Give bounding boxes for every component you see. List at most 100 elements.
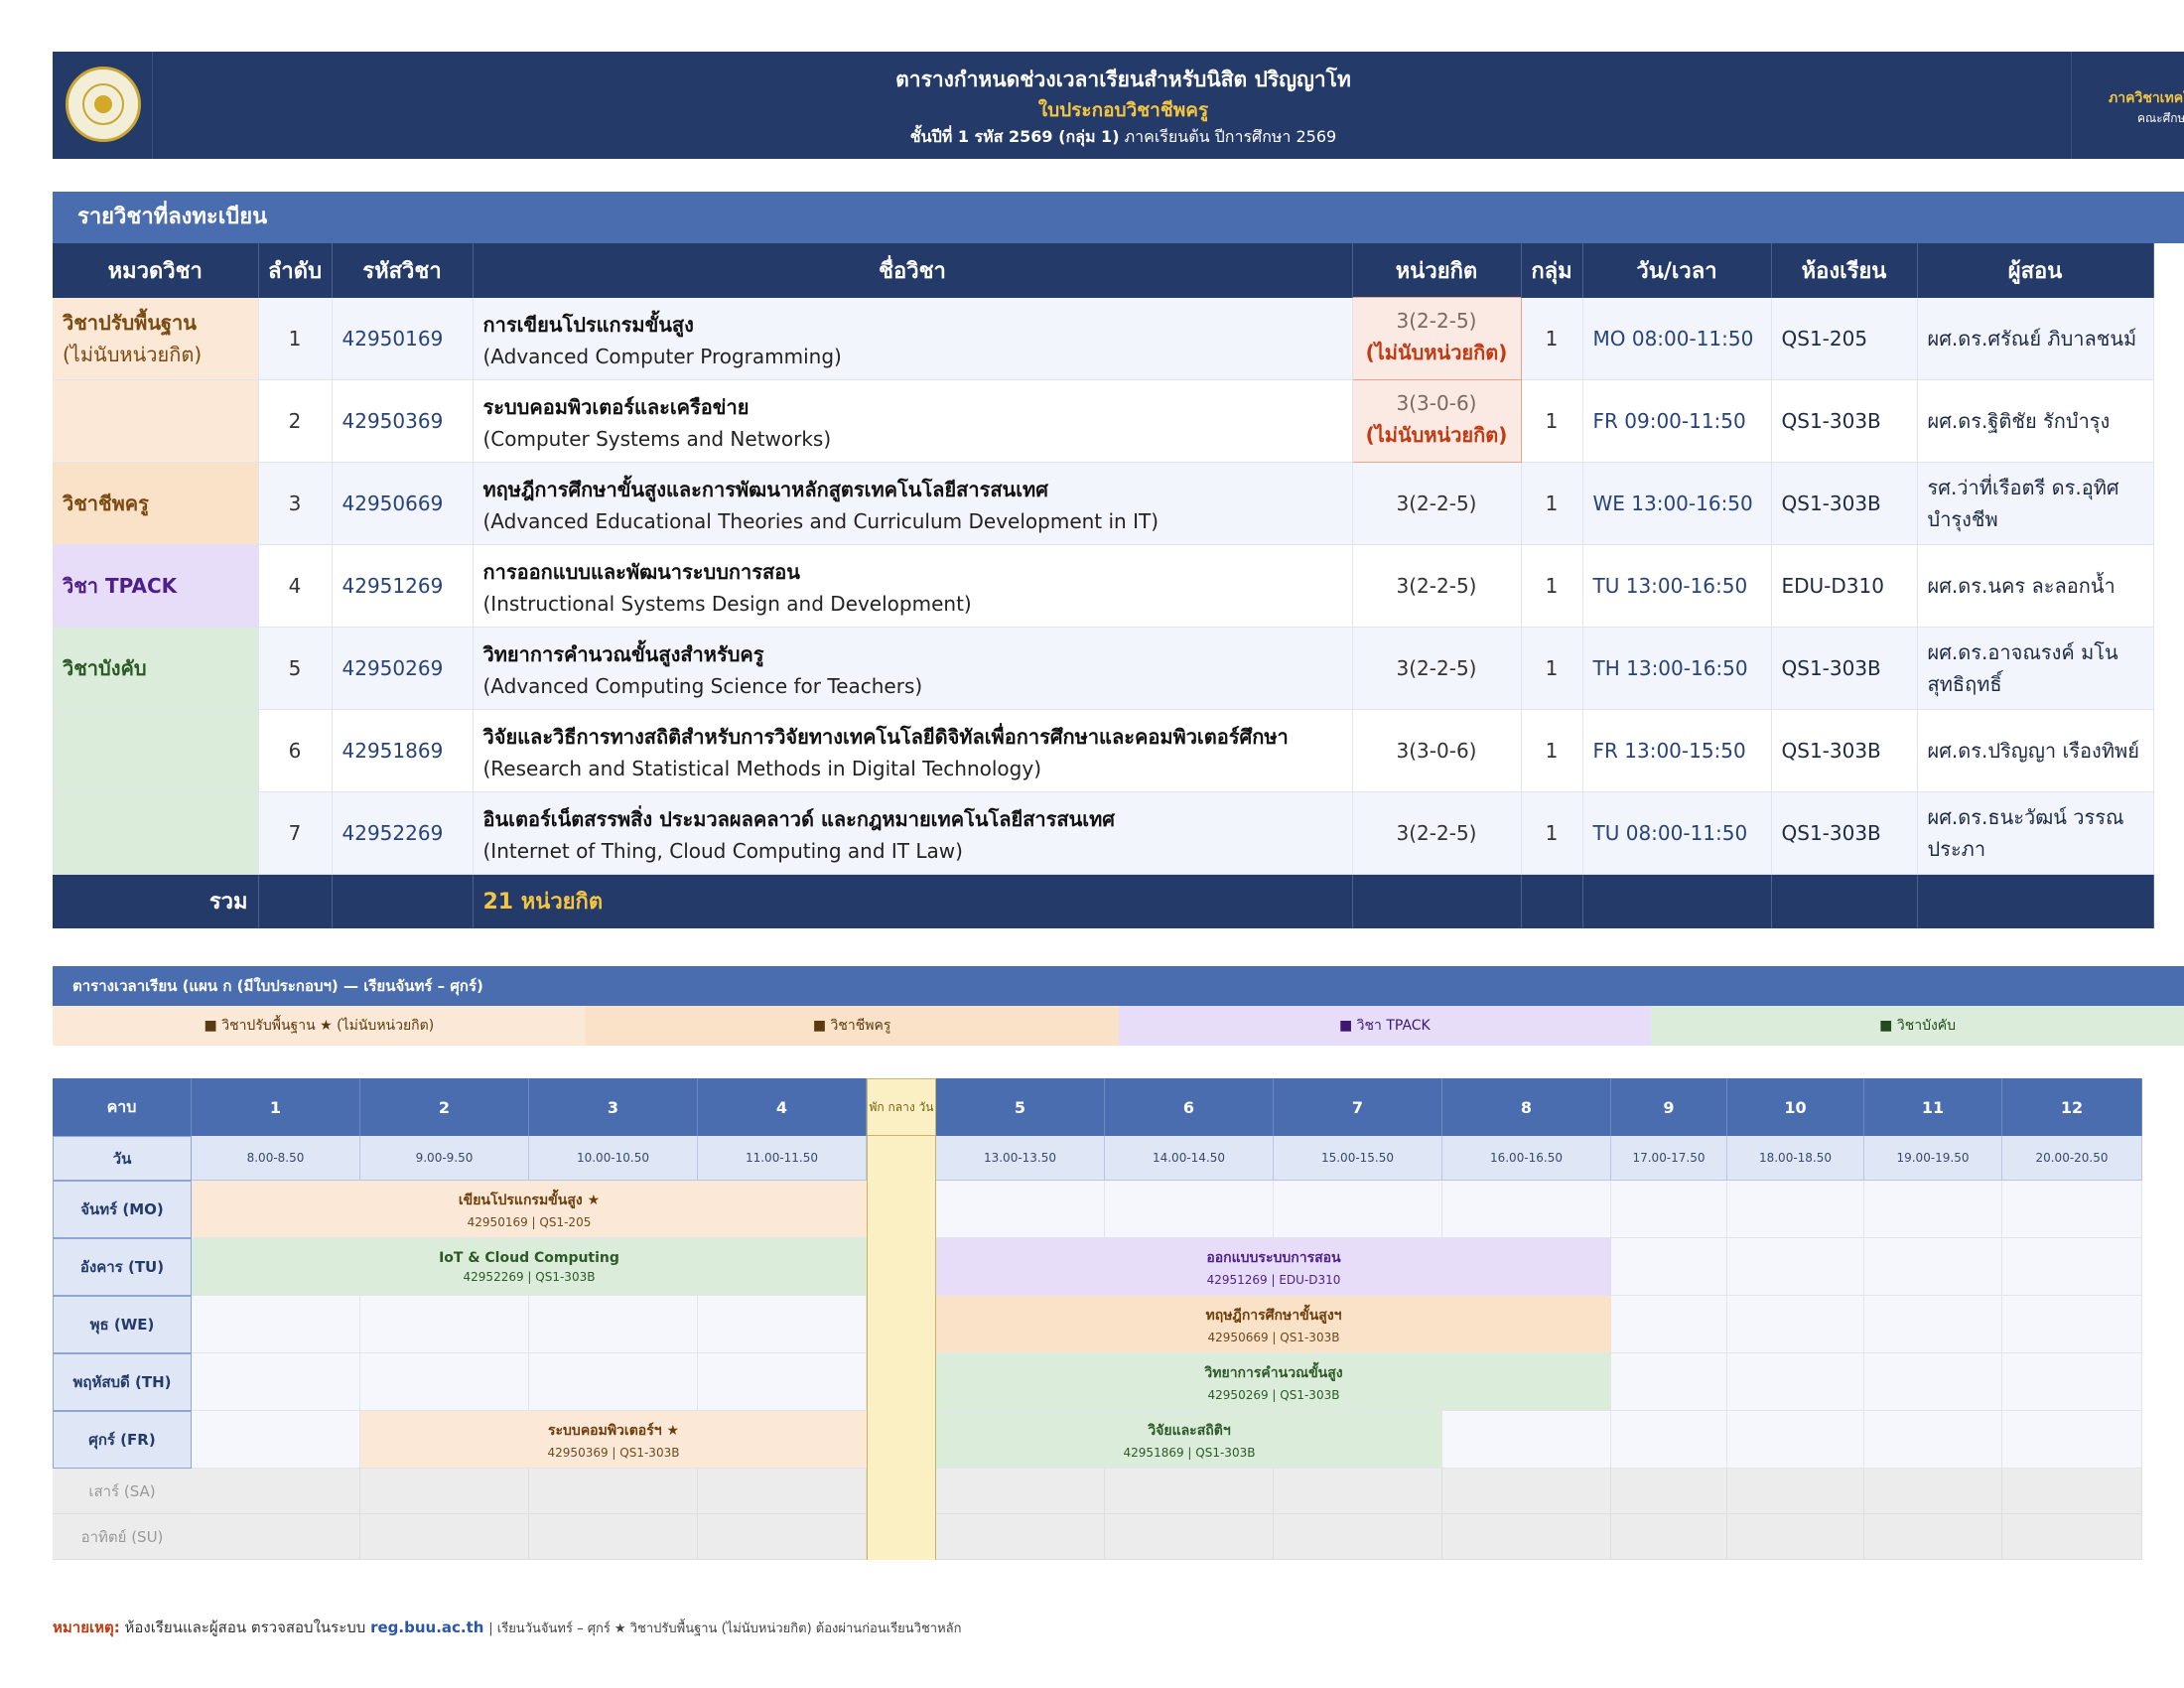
class-block-detail: 42950269 | QS1-303B [1207, 1387, 1340, 1402]
course-category [53, 709, 259, 792]
class-block-detail: 42951269 | EDU-D310 [1206, 1272, 1341, 1287]
timetable-cell [1274, 1469, 1442, 1514]
course-name-english: (Advanced Computing Science for Teachers… [482, 674, 923, 698]
course-order: 6 [258, 709, 333, 792]
course-name: วิทยาการคำนวณขั้นสูงสำหรับครู (Advanced C… [473, 627, 1353, 710]
course-time: MO 08:00-11:50 [1582, 297, 1772, 380]
course-row: วิชาปรับพื้นฐาน (ไม่นับหน่วยกิต) 1 42950169… [53, 297, 2154, 380]
course-teacher: ผศ.ดร.ศรัณย์ ภิบาลชนม์ [1917, 297, 2154, 380]
course-time: WE 13:00-16:50 [1582, 462, 1772, 545]
course-category: วิชา TPACK [53, 544, 259, 628]
course-category [53, 379, 259, 463]
course-group: 1 [1521, 462, 1583, 545]
timetable-cell [192, 1411, 360, 1469]
period-time: 17.00-17.50 [1611, 1136, 1727, 1181]
col-header-code: รหัสวิชา [332, 243, 474, 298]
class-block[interactable]: วิจัยและสถิติฯ 42951869 | QS1-303B [936, 1411, 1442, 1469]
course-credit: 3(2-2-5) [1352, 544, 1522, 628]
timetable-cell [1442, 1181, 1611, 1238]
course-category [53, 791, 259, 875]
timetable-cell [1611, 1353, 1727, 1411]
lunch-break-cell [867, 1181, 936, 1238]
day-label: จันทร์ (MO) [53, 1181, 192, 1238]
course-name-thai: การเขียนโปรแกรมขั้นสูง [482, 312, 694, 337]
course-time: TU 13:00-16:50 [1582, 544, 1772, 628]
credit-not-counted-badge: (ไม่นับหน่วยกิต) [1365, 423, 1508, 447]
course-code: 42951869 [332, 709, 474, 792]
course-row: 6 42951869 วิจัยและวิธีการทางสถิติสำหรับกา… [53, 709, 2154, 792]
course-room: QS1-303B [1771, 791, 1918, 875]
period-time: 13.00-13.50 [936, 1136, 1105, 1181]
timetable-cell [1105, 1469, 1274, 1514]
timetable-cell [1105, 1181, 1274, 1238]
course-group: 1 [1521, 297, 1583, 380]
course-row: 7 42952269 อินเตอร์เน็ตสรรพสิ่ง ประมวลผลคล… [53, 791, 2154, 875]
timetable-cell [360, 1469, 529, 1514]
registration-link[interactable]: reg.buu.ac.th [370, 1618, 483, 1636]
course-credit: 3(3-0-6) (ไม่นับหน่วยกิต) [1351, 379, 1522, 463]
course-name: ระบบคอมพิวเตอร์และเครือข่าย (Computer Sys… [473, 379, 1353, 463]
col-header-credit: หน่วยกิต [1352, 243, 1522, 298]
course-category: วิชาบังคับ [53, 627, 259, 710]
class-block[interactable]: เขียนโปรแกรมขั้นสูง ★ 42950169 | QS1-205 [192, 1181, 867, 1238]
class-block[interactable]: ทฤษฎีการศึกษาขั้นสูงฯ 42950669 | QS1-303B [936, 1296, 1611, 1353]
university-logo [66, 67, 141, 142]
total-empty [332, 874, 474, 928]
timetable-cell [1864, 1238, 2002, 1296]
course-name-english: (Advanced Educational Theories and Curri… [482, 509, 1160, 533]
timetable-cell [1727, 1514, 1864, 1560]
timetable-cell [1274, 1514, 1442, 1560]
category-label: วิชาบังคับ [63, 656, 147, 680]
timetable-cell [2002, 1181, 2142, 1238]
period-time: 16.00-16.50 [1442, 1136, 1611, 1181]
course-group: 1 [1521, 544, 1583, 628]
timetable-cell [529, 1514, 698, 1560]
lunch-break-cell [867, 1238, 936, 1296]
day-label: ศุกร์ (FR) [53, 1411, 192, 1469]
course-name-english: (Advanced Computer Programming) [482, 344, 842, 368]
note-text: ห้องเรียนและผู้สอน ตรวจสอบในระบบ [124, 1618, 366, 1636]
timetable-cell [1864, 1181, 2002, 1238]
course-room: QS1-303B [1771, 709, 1918, 792]
period-header: 1 [192, 1078, 360, 1136]
class-block-title: เขียนโปรแกรมขั้นสูง ★ [458, 1192, 601, 1208]
course-teacher: ผศ.ดร.อาจณรงค์ มโนสุทธิฤทธิ์ [1917, 627, 2154, 710]
timetable-cell [529, 1296, 698, 1353]
course-code: 42950669 [332, 462, 474, 545]
day-label: พฤหัสบดี (TH) [53, 1353, 192, 1411]
period-header: 11 [1864, 1078, 2002, 1136]
category-label: วิชาปรับพื้นฐาน [63, 310, 197, 335]
courses-header-row: หมวดวิชา ลำดับ รหัสวิชา ชื่อวิชา หน่วยกิ… [53, 243, 2154, 298]
course-row: 2 42950369 ระบบคอมพิวเตอร์และเครือข่าย (Com… [53, 379, 2154, 463]
courses-section-title: รายวิชาที่ลงทะเบียน [53, 192, 2184, 243]
course-name-english: (Computer Systems and Networks) [482, 427, 832, 451]
course-group: 1 [1521, 379, 1583, 463]
class-block[interactable]: วิทยาการคำนวณขั้นสูง 42950269 | QS1-303B [936, 1353, 1611, 1411]
timetable-cell [192, 1514, 360, 1560]
class-block[interactable]: IoT & Cloud Computing 42952269 | QS1-303B [192, 1238, 867, 1296]
class-block-detail: 42950169 | QS1-205 [467, 1214, 592, 1229]
page-header: ตารางกำหนดช่วงเวลาเรียนสำหรับนิสิต ปริญญ… [53, 52, 2184, 159]
course-room: QS1-303B [1771, 379, 1918, 463]
timetable-cell [698, 1469, 867, 1514]
timetable-cell [698, 1514, 867, 1560]
faculty-name: คณะศึกษาศาสตร์ [2137, 111, 2184, 125]
total-label: รวม [53, 874, 259, 928]
course-time: TU 08:00-11:50 [1582, 791, 1772, 875]
period-time: 19.00-19.50 [1864, 1136, 2002, 1181]
course-time: TH 13:00-16:50 [1582, 627, 1772, 710]
course-time: FR 09:00-11:50 [1582, 379, 1772, 463]
col-header-name: ชื่อวิชา [473, 243, 1353, 298]
timetable-cell [936, 1469, 1105, 1514]
course-credit: 3(2-2-5) [1352, 791, 1522, 875]
class-block[interactable]: ระบบคอมพิวเตอร์ฯ ★ 42950369 | QS1-303B [360, 1411, 867, 1469]
lunch-break-cell [867, 1353, 936, 1411]
timetable-cell [192, 1469, 360, 1514]
total-row: รวม 21 หน่วยกิต [53, 874, 2154, 928]
class-block[interactable]: ออกแบบระบบการสอน 42951269 | EDU-D310 [936, 1238, 1611, 1296]
course-name-english: (Research and Statistical Methods in Dig… [482, 757, 1042, 780]
timetable-cell [698, 1353, 867, 1411]
total-empty [1917, 874, 2154, 928]
course-credit: 3(2-2-5) [1352, 627, 1522, 710]
credit-value: 3(2-2-5) [1396, 821, 1477, 845]
